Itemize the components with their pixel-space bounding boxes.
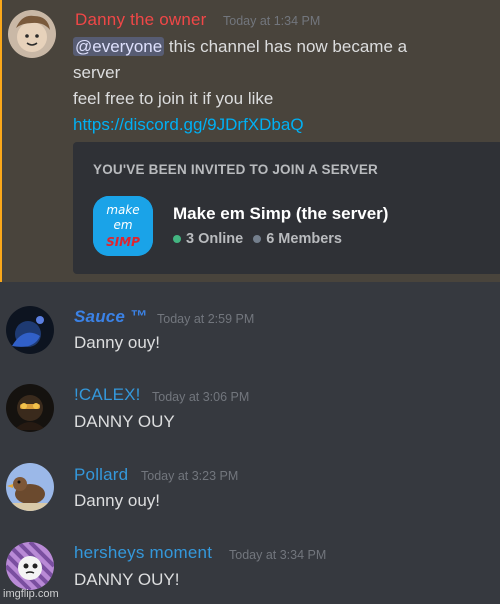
timestamp: Today at 3:23 PM bbox=[141, 469, 239, 483]
avatar-sauce[interactable] bbox=[6, 306, 54, 354]
avatar-hersheys-image bbox=[6, 542, 54, 590]
server-icon-text-2: em bbox=[113, 218, 132, 232]
avatar-calex[interactable] bbox=[6, 384, 54, 432]
server-icon-text-3: SIMP bbox=[106, 235, 140, 249]
timestamp: Today at 2:59 PM bbox=[157, 312, 255, 326]
avatar-hersheys[interactable] bbox=[6, 542, 54, 590]
online-count: 3 Online bbox=[173, 231, 243, 247]
avatar-calex-image bbox=[6, 384, 54, 432]
timestamp: Today at 1:34 PM bbox=[223, 14, 321, 28]
message-line: server bbox=[73, 63, 121, 82]
server-icon-text-1: make bbox=[106, 203, 139, 217]
message-line: feel free to join it if you like bbox=[73, 89, 274, 108]
username-danny[interactable]: Danny the owner bbox=[75, 10, 207, 30]
mention-indicator-bar bbox=[0, 0, 2, 282]
avatar-pollard-image bbox=[6, 463, 54, 511]
timestamp: Today at 3:34 PM bbox=[229, 548, 327, 562]
server-icon-image: make em SIMP bbox=[93, 196, 153, 256]
server-invite-card: YOU'VE BEEN INVITED TO JOIN A SERVER mak… bbox=[73, 142, 500, 274]
imgflip-watermark: imgflip.com bbox=[3, 588, 59, 600]
everyone-mention[interactable]: @everyone bbox=[73, 37, 165, 56]
avatar-pollard[interactable] bbox=[6, 463, 54, 511]
avatar-sauce-image bbox=[6, 306, 54, 354]
message-content: Danny ouy! bbox=[74, 333, 160, 352]
message-content: DANNY OUY! bbox=[74, 570, 180, 589]
message-content: DANNY OUY bbox=[74, 412, 175, 431]
online-count-label: 3 Online bbox=[186, 231, 244, 247]
username-calex[interactable]: !CALEX! bbox=[74, 385, 141, 405]
timestamp: Today at 3:06 PM bbox=[152, 390, 250, 404]
avatar-danny-image bbox=[8, 10, 56, 58]
server-stats: 3 Online 6 Members bbox=[173, 231, 352, 247]
invite-header: YOU'VE BEEN INVITED TO JOIN A SERVER bbox=[93, 162, 378, 177]
message-content: Danny ouy! bbox=[74, 491, 160, 510]
username-sauce[interactable]: Sauce ™ bbox=[74, 307, 147, 327]
invite-link-row: https://discord.gg/9JDrfXDbaQ bbox=[73, 112, 304, 138]
server-icon[interactable]: make em SIMP bbox=[93, 196, 153, 256]
username-pollard[interactable]: Pollard bbox=[74, 465, 128, 485]
message-content: @everyone this channel has now became a bbox=[73, 34, 407, 60]
member-count: 6 Members bbox=[253, 231, 342, 247]
online-dot-icon bbox=[173, 235, 181, 243]
member-count-label: 6 Members bbox=[266, 231, 342, 247]
server-name[interactable]: Make em Simp (the server) bbox=[173, 204, 388, 224]
avatar-danny[interactable] bbox=[8, 10, 56, 58]
members-dot-icon bbox=[253, 235, 262, 243]
username-hersheys[interactable]: hersheys moment bbox=[74, 543, 212, 563]
chat-messages: Danny the owner Today at 1:34 PM @everyo… bbox=[0, 0, 500, 604]
message-line: this channel has now became a bbox=[164, 37, 408, 56]
invite-link[interactable]: https://discord.gg/9JDrfXDbaQ bbox=[73, 115, 304, 134]
